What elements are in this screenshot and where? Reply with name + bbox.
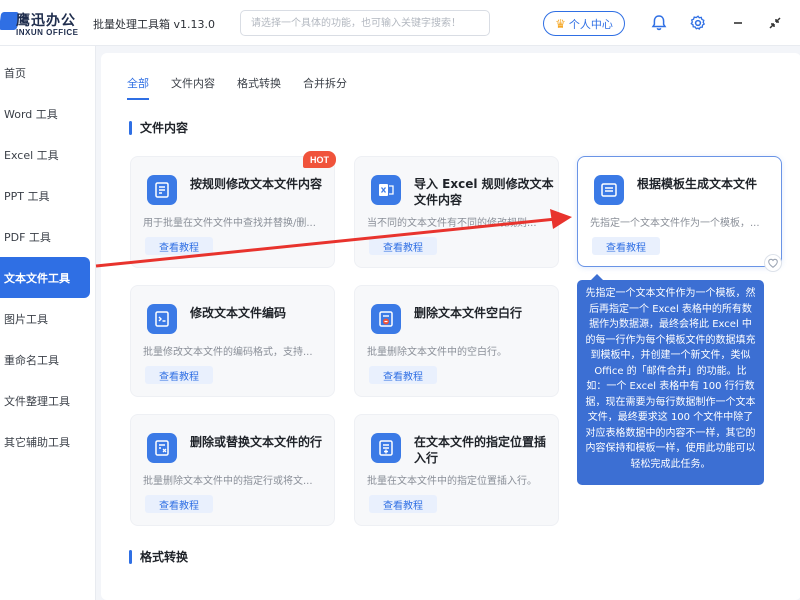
card-title: 导入 Excel 规则修改文本文件内容 xyxy=(414,177,554,207)
minimize-icon[interactable] xyxy=(729,14,747,32)
tool-card-encoding[interactable]: 修改文本文件编码 批量修改文本文件的编码格式，支持... 查看教程 xyxy=(130,285,335,397)
sidebar-item-home[interactable]: 首页 xyxy=(0,52,95,93)
tool-card-excel-rule-modify[interactable]: 导入 Excel 规则修改文本文件内容 当不同的文本文件有不同的修改规则... … xyxy=(354,156,559,268)
card-title: 根据模板生成文本文件 xyxy=(637,177,758,191)
card-description: 当不同的文本文件有不同的修改规则... xyxy=(367,218,537,229)
view-tutorial-button[interactable]: 查看教程 xyxy=(369,237,437,255)
user-center-button[interactable]: ♛ 个人中心 xyxy=(543,11,625,36)
card-title: 删除文本文件空白行 xyxy=(414,306,523,320)
logo-text: 鹰迅办公 xyxy=(16,13,76,29)
tool-card-template-generate[interactable]: 根据模板生成文本文件 先指定一个文本文件作为一个模板，... 查看教程 xyxy=(577,156,782,267)
section-bar xyxy=(129,120,132,135)
replace-line-icon xyxy=(147,433,177,463)
card-title: 删除或替换文本文件的行 xyxy=(190,435,323,449)
card-description: 先指定一个文本文件作为一个模板，... xyxy=(590,218,760,229)
sidebar-item-word[interactable]: Word 工具 xyxy=(0,93,95,134)
encoding-icon xyxy=(147,304,177,334)
tab-file-content[interactable]: 文件内容 xyxy=(171,75,215,100)
section-bar xyxy=(129,549,132,564)
card-description: 批量修改文本文件的编码格式，支持... xyxy=(143,347,313,358)
tab-format-convert[interactable]: 格式转换 xyxy=(237,75,281,100)
card-description: 批量删除文本文件中的空白行。 xyxy=(367,347,507,358)
card-title: 按规则修改文本文件内容 xyxy=(190,177,323,191)
top-bar: 鹰迅办公 INXUN OFFICE 批量处理工具箱 v1.13.0 ♛ 个人中心 xyxy=(0,0,800,46)
view-tutorial-button[interactable]: 查看教程 xyxy=(592,237,660,255)
search-input[interactable] xyxy=(241,11,489,36)
section-file-content: 文件内容 xyxy=(129,119,188,136)
tool-card-insert-line[interactable]: 在文本文件的指定位置插入行 批量在文本文件中的指定位置插入行。 查看教程 xyxy=(354,414,559,526)
app-logo: 鹰迅办公 INXUN OFFICE xyxy=(0,10,90,38)
bell-icon[interactable] xyxy=(650,14,668,32)
section-title-text: 文件内容 xyxy=(140,121,189,135)
sidebar-item-other[interactable]: 其它辅助工具 xyxy=(0,421,95,462)
tab-all[interactable]: 全部 xyxy=(127,75,149,100)
section-title-text: 格式转换 xyxy=(140,550,189,564)
sidebar-item-image[interactable]: 图片工具 xyxy=(0,298,95,339)
excel-import-icon xyxy=(371,175,401,205)
card-title: 在文本文件的指定位置插入行 xyxy=(414,435,547,465)
tab-merge-split[interactable]: 合并拆分 xyxy=(303,75,347,100)
section-format-convert: 格式转换 xyxy=(129,548,188,565)
sidebar-item-pdf[interactable]: PDF 工具 xyxy=(0,216,95,257)
favorite-heart-icon[interactable] xyxy=(764,254,782,272)
sidebar-item-excel[interactable]: Excel 工具 xyxy=(0,134,95,175)
sidebar-item-ppt[interactable]: PPT 工具 xyxy=(0,175,95,216)
category-tabs: 全部 文件内容 格式转换 合并拆分 xyxy=(127,75,347,100)
edit-doc-icon xyxy=(147,175,177,205)
sidebar-item-rename[interactable]: 重命名工具 xyxy=(0,339,95,380)
crown-icon: ♛ xyxy=(555,16,566,31)
view-tutorial-button[interactable]: 查看教程 xyxy=(369,366,437,384)
insert-line-icon xyxy=(371,433,401,463)
sidebar: 首页 Word 工具 Excel 工具 PPT 工具 PDF 工具 文本文件工具… xyxy=(0,46,96,600)
sidebar-item-file-organize[interactable]: 文件整理工具 xyxy=(0,380,95,421)
hot-badge: HOT xyxy=(303,151,336,168)
card-description: 批量在文本文件中的指定位置插入行。 xyxy=(367,476,537,487)
tool-card-delete-blank[interactable]: 删除文本文件空白行 批量删除文本文件中的空白行。 查看教程 xyxy=(354,285,559,397)
user-center-label: 个人中心 xyxy=(568,17,613,31)
delete-blank-icon xyxy=(371,304,401,334)
logo-subtext: INXUN OFFICE xyxy=(16,28,79,37)
card-description-tooltip: 先指定一个文本文件作为一个模板，然后再指定一个 Excel 表格中的所有数据作为… xyxy=(577,274,764,485)
view-tutorial-button[interactable]: 查看教程 xyxy=(145,366,213,384)
tool-card-replace-line[interactable]: 删除或替换文本文件的行 批量删除文本文件中的指定行或将文... 查看教程 xyxy=(130,414,335,526)
settings-icon[interactable] xyxy=(689,14,707,32)
card-title: 修改文本文件编码 xyxy=(190,306,287,320)
tool-card-rule-modify[interactable]: HOT 按规则修改文本文件内容 用于批量在文件文件中查找并替换/删... 查看教… xyxy=(130,151,336,268)
collapse-icon[interactable] xyxy=(766,14,784,32)
view-tutorial-button[interactable]: 查看教程 xyxy=(145,237,213,255)
search-box[interactable] xyxy=(240,10,490,36)
template-icon xyxy=(594,175,624,205)
sidebar-item-text-file[interactable]: 文本文件工具 xyxy=(0,257,90,298)
card-description: 用于批量在文件文件中查找并替换/删... xyxy=(143,218,316,229)
view-tutorial-button[interactable]: 查看教程 xyxy=(369,495,437,513)
app-title: 批量处理工具箱 v1.13.0 xyxy=(93,18,215,31)
view-tutorial-button[interactable]: 查看教程 xyxy=(145,495,213,513)
card-description: 批量删除文本文件中的指定行或将文... xyxy=(143,476,313,487)
